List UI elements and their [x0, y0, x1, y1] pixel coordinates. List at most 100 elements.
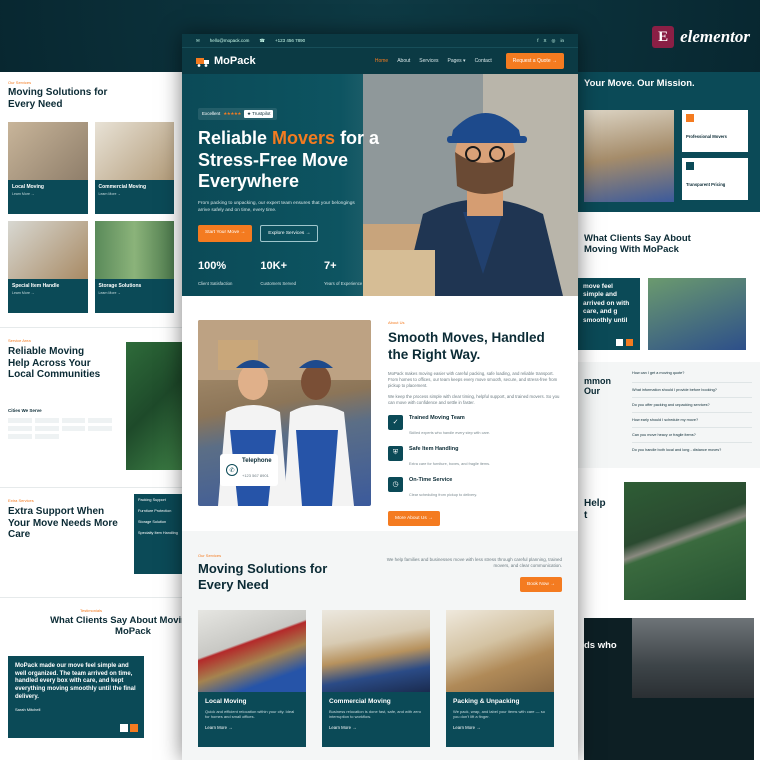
next-arrow-button[interactable]	[626, 339, 633, 346]
next-arrow-button[interactable]	[130, 723, 138, 732]
left-preview-panel: Our Services Moving Solutions for Every …	[0, 72, 182, 760]
section-title: Moving Solutions for Every Need	[8, 87, 108, 110]
trustpilot-logo: ★ Trustpilot	[243, 109, 274, 118]
explore-services-button[interactable]: Explore Services →	[260, 224, 319, 242]
service-card[interactable]: Special Item Handle Learn More →	[8, 221, 88, 313]
elementor-badge-icon: E	[652, 26, 675, 48]
nav-menu: Home About Services Pages ▾ Contact	[375, 58, 492, 64]
learn-more-link[interactable]: Learn More →	[205, 725, 299, 730]
nav-contact[interactable]: Contact	[475, 58, 492, 64]
phone-icon: ☎	[259, 37, 265, 43]
faq-item[interactable]: Do you offer packing and unpacking servi…	[632, 398, 752, 413]
card-title: Storage Solutions	[98, 283, 142, 289]
section-title: Your Move. Our Mission.	[584, 78, 695, 89]
shield-icon: ⛨	[388, 445, 403, 461]
road-image	[624, 482, 746, 600]
x-icon[interactable]: X	[544, 38, 547, 44]
instagram-icon[interactable]: ◎	[552, 38, 556, 44]
card-image	[8, 122, 88, 180]
faq-item[interactable]: How early should I schedule my move?	[632, 413, 752, 428]
service-title: Packing & Unpacking	[453, 697, 520, 705]
section-tag: About Us	[388, 320, 405, 325]
about-section: ✆ Telephone +123 567 8901 About Us Smooth…	[182, 296, 578, 531]
elementor-logo: E elementor	[652, 26, 750, 48]
card-title: Special Item Handle	[12, 283, 60, 289]
faq-item[interactable]: How can I get a moving quote?	[632, 368, 752, 383]
faq-item[interactable]: Can you move heavy or fragile items?	[632, 428, 752, 443]
brand-logo[interactable]: MoPack	[196, 55, 256, 67]
faq-list: How can I get a moving quote? What infor…	[632, 368, 752, 457]
map-image	[126, 342, 182, 470]
card-image	[8, 221, 88, 279]
request-quote-button[interactable]: Request a Quote →	[505, 53, 564, 69]
card-link[interactable]: Learn More →	[99, 192, 171, 196]
service-card[interactable]: Commercial Moving Learn More →	[94, 122, 174, 214]
hero-section: Excellent ★★★★★ ★ Trustpilot Reliable Mo…	[182, 74, 578, 296]
mission-box: Professional Movers	[682, 110, 748, 152]
card-image	[94, 221, 174, 279]
service-image	[446, 609, 554, 692]
learn-more-link[interactable]: Learn More →	[329, 725, 423, 730]
prev-arrow-button[interactable]	[120, 723, 128, 732]
truck-image	[632, 618, 754, 698]
service-title: Local Moving	[205, 697, 247, 705]
nav-services[interactable]: Services	[419, 58, 438, 64]
faq-item[interactable]: Do you handle both local and long - dist…	[632, 443, 752, 457]
nav-home[interactable]: Home	[375, 58, 388, 64]
stat-item: 10K+ Customers Served	[260, 259, 296, 286]
service-title: Commercial Moving	[329, 697, 391, 705]
phone-icon: ✆	[226, 464, 238, 476]
testimonial-image	[648, 278, 746, 350]
extras-list: Packing Support Furniture Protection Sto…	[134, 494, 182, 574]
main-nav: MoPack Home About Services Pages ▾ Conta…	[182, 47, 578, 74]
topbar-phone[interactable]: +123 456 7890	[275, 38, 305, 43]
card-title: Local Moving	[12, 184, 44, 190]
nav-pages[interactable]: Pages ▾	[447, 58, 465, 64]
service-card[interactable]: Storage Solutions Learn More →	[94, 221, 174, 313]
card-title: Commercial Moving	[98, 184, 147, 190]
section-tag: Testimonials	[79, 608, 102, 613]
telephone-number: +123 567 8901	[242, 473, 269, 478]
service-image	[198, 609, 306, 692]
section-tag: Our Services	[8, 80, 32, 85]
linkedin-icon[interactable]: in	[560, 38, 564, 44]
section-title: What Clients Say About Moving With MoPac…	[50, 615, 182, 637]
testimonial-quote: MoPack made our move feel simple and wel…	[15, 662, 136, 701]
more-about-button[interactable]: More About Us →	[388, 510, 440, 526]
team-icon: ✓	[388, 414, 403, 430]
service-image	[322, 609, 430, 692]
service-card[interactable]: Packing & Unpacking We pack, wrap, and la…	[446, 609, 554, 747]
service-card[interactable]: Local Moving Learn More →	[8, 122, 88, 214]
learn-more-link[interactable]: Learn More →	[453, 725, 547, 730]
faq-item[interactable]: What information should I provide before…	[632, 383, 752, 398]
start-move-button[interactable]: Start Your Move →	[198, 224, 253, 242]
card-link[interactable]: Learn More →	[99, 291, 171, 295]
card-link[interactable]: Learn More →	[12, 192, 84, 196]
prev-arrow-button[interactable]	[616, 339, 623, 346]
city-grid	[8, 418, 112, 440]
main-preview-page: ✉ hello@mopack.com ☎ +123 456 7890 f X ◎…	[182, 34, 578, 760]
facebook-icon[interactable]: f	[537, 38, 538, 44]
brand-name: MoPack	[214, 55, 256, 67]
hero-title: Reliable Movers for a Stress-Free Move E…	[198, 128, 380, 192]
nav-about[interactable]: About	[397, 58, 410, 64]
services-title: Moving Solutions for Every Need	[198, 561, 328, 593]
services-section: Our Services Moving Solutions for Every …	[182, 531, 578, 760]
section-title: Reliable Moving Help Across Your Local C…	[8, 346, 101, 380]
topbar-email[interactable]: hello@mopack.com	[210, 38, 250, 43]
testimonial-author: Sarah Mitchell	[15, 706, 41, 712]
hero-subtitle: From packing to unpacking, our expert te…	[198, 200, 355, 213]
book-now-button[interactable]: Book Now →	[520, 576, 562, 592]
right-preview-panel: Your Move. Our Mission. Professional Mov…	[578, 72, 760, 760]
mission-box: Transparent Pricing	[682, 158, 748, 200]
clock-icon: ◷	[388, 476, 403, 492]
rating-label: Excellent	[202, 111, 221, 116]
about-movers-image: ✆ Telephone +123 567 8901	[198, 320, 371, 506]
services-intro: We help families and businesses move wit…	[386, 557, 562, 569]
service-card[interactable]: Local Moving Quick and efficient relocati…	[198, 609, 306, 747]
section-title: What Clients Say About Moving With MoPac…	[584, 233, 691, 255]
telephone-card[interactable]: ✆ Telephone +123 567 8901	[220, 454, 278, 486]
hero-stats: 100% Client Satisfaction 10K+ Customers Se…	[198, 260, 562, 290]
card-link[interactable]: Learn More →	[12, 291, 84, 295]
service-card[interactable]: Commercial Moving Business relocation is …	[322, 609, 430, 747]
